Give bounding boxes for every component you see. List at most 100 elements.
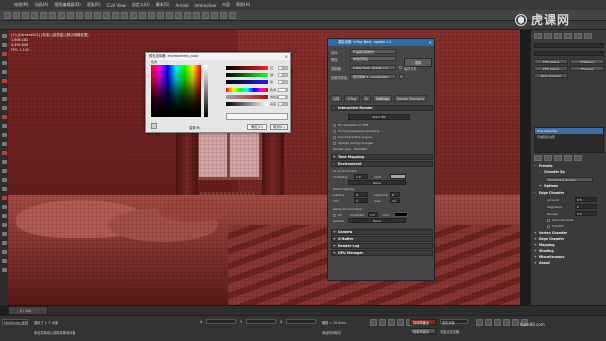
make-unique-icon[interactable] [554,155,562,161]
tool-icon[interactable] [1,61,7,65]
menu-item[interactable]: 修改(M) [14,2,29,8]
mirror-icon[interactable] [166,11,173,19]
undo-icon[interactable] [4,11,11,19]
tool-icon[interactable] [1,232,7,236]
view-dropdown[interactable]: 四元菜单 4 - Camera001 [350,74,396,79]
go-to-start-icon[interactable] [370,319,377,326]
hue-saturation-picker[interactable] [151,65,201,117]
angle-snap-icon[interactable] [139,11,146,19]
zoom-icon[interactable] [476,319,483,326]
menu-item[interactable]: 帮助(H) [236,2,250,8]
min-field[interactable]: 1 [354,198,368,203]
menu-item[interactable]: 动画(A) [35,2,49,8]
hue-value-field[interactable]: 0 [278,88,288,92]
scale-icon[interactable] [103,11,110,19]
env-color-swatch[interactable] [390,174,406,179]
pan-icon[interactable] [503,319,510,326]
previous-frame-icon[interactable] [379,319,386,326]
modifier-button-ffd222[interactable]: FFD 2x2x2 [534,66,568,71]
tool-icon[interactable] [1,133,7,137]
select-icon[interactable] [49,11,56,19]
modifier-button-pine-chamfer[interactable]: Pine Chamfer [534,73,568,78]
zoom-extents-icon[interactable] [494,319,501,326]
section-vertex-chamfer[interactable]: Vertex Chamfer [534,231,604,236]
layer-icon[interactable] [184,11,191,19]
menu-item[interactable]: Arnold [176,3,189,8]
alpha-on-checkbox[interactable] [333,214,336,217]
tool-icon[interactable] [1,223,7,227]
dialog-title[interactable]: 颜色选择器: environment_color [146,53,290,60]
align-icon[interactable] [175,11,182,19]
section-gpu-manager[interactable]: GPU Manager [331,250,433,256]
close-icon[interactable]: × [285,53,288,60]
alpha-multiplier-field[interactable]: 1.0 [368,212,378,217]
render-frame-icon[interactable] [220,11,227,19]
start-ipr-button[interactable]: Start IPR [348,114,410,120]
preset-dropdown[interactable]: 未选定预设 [350,56,396,61]
menu-item[interactable]: 脚本(S) [156,2,170,8]
tool-icon[interactable] [1,115,7,119]
brightness-slider[interactable] [204,65,208,117]
tool-icon[interactable] [1,178,7,182]
tool-icon[interactable] [1,34,7,38]
spinner-snap-icon[interactable] [157,11,164,19]
section-gbuffer[interactable]: G-Buffer [331,236,433,242]
z-coordinate-field[interactable] [286,319,316,324]
green-slider[interactable] [226,73,268,77]
section-environment[interactable]: Environment [331,161,433,167]
stack-item[interactable]: 可编辑多边形 [535,134,603,140]
utilities-icon[interactable] [584,33,592,39]
select-by-name-icon[interactable] [58,11,65,19]
tool-icon[interactable] [1,106,7,110]
tension-field[interactable]: 0.5 [575,211,597,216]
pivot-icon[interactable] [121,11,128,19]
tool-icon[interactable] [1,196,7,200]
menu-item[interactable]: 自定义(U) [132,2,150,8]
update-changes-checkbox[interactable] [333,142,336,145]
add-time-tag[interactable]: 添加时间标记 [322,330,341,335]
fit-resolution-checkbox[interactable] [333,124,336,127]
next-frame-icon[interactable] [397,319,404,326]
key-filters-button[interactable]: 关键点过滤器... [440,329,462,334]
object-name-field[interactable] [534,43,604,48]
lock-icon[interactable] [399,74,404,79]
window-crossing-icon[interactable] [76,11,83,19]
blue-value-field[interactable]: 165 [278,80,288,84]
orbit-icon[interactable] [512,319,519,326]
tool-icon[interactable] [1,214,7,218]
section-mapping[interactable]: Mapping [534,243,604,248]
close-icon[interactable]: × [429,39,432,46]
red-value-field[interactable]: 165 [278,66,288,70]
selected-dropdown[interactable]: 选定对象 [440,319,468,325]
tool-icon[interactable] [1,142,7,146]
tool-icon[interactable] [1,268,7,272]
tool-icon[interactable] [1,70,7,74]
use-interactive-checkbox[interactable] [333,136,336,139]
zoom-all-icon[interactable] [485,319,492,326]
section-chamfer-by[interactable]: Chamfer By [539,170,604,175]
snap-icon[interactable] [130,11,137,19]
chamfer-by-dropdown[interactable]: Smoothing Groups [545,177,593,182]
section-tone-mapping[interactable]: Tone Mapping [331,154,433,160]
tool-icon[interactable] [1,241,7,245]
y-coordinate-field[interactable] [246,319,276,324]
move-icon[interactable] [85,11,92,19]
modifier-list-dropdown[interactable] [534,51,604,56]
region-icon[interactable] [67,11,74,19]
amount-field[interactable]: 0.5 [575,197,597,202]
menu-item[interactable]: 渲染(R) [87,2,101,8]
modifier-button-ffdcyl[interactable]: FFD(cyl) [570,66,604,71]
section-about[interactable]: About [534,261,604,266]
value-slider[interactable] [226,102,268,106]
pin-stack-icon[interactable] [534,155,542,161]
tool-icon[interactable] [1,259,7,263]
saturation-slider[interactable] [226,95,268,99]
tool-icon[interactable] [1,52,7,56]
play-icon[interactable] [388,319,395,326]
show-end-result-icon[interactable] [544,155,552,161]
tab-common[interactable]: 公用 [330,95,343,102]
tool-icon[interactable] [1,79,7,83]
alpha-color-swatch[interactable] [394,212,408,217]
max-field[interactable]: 24 [390,198,400,203]
graph-editor-icon[interactable] [193,11,200,19]
